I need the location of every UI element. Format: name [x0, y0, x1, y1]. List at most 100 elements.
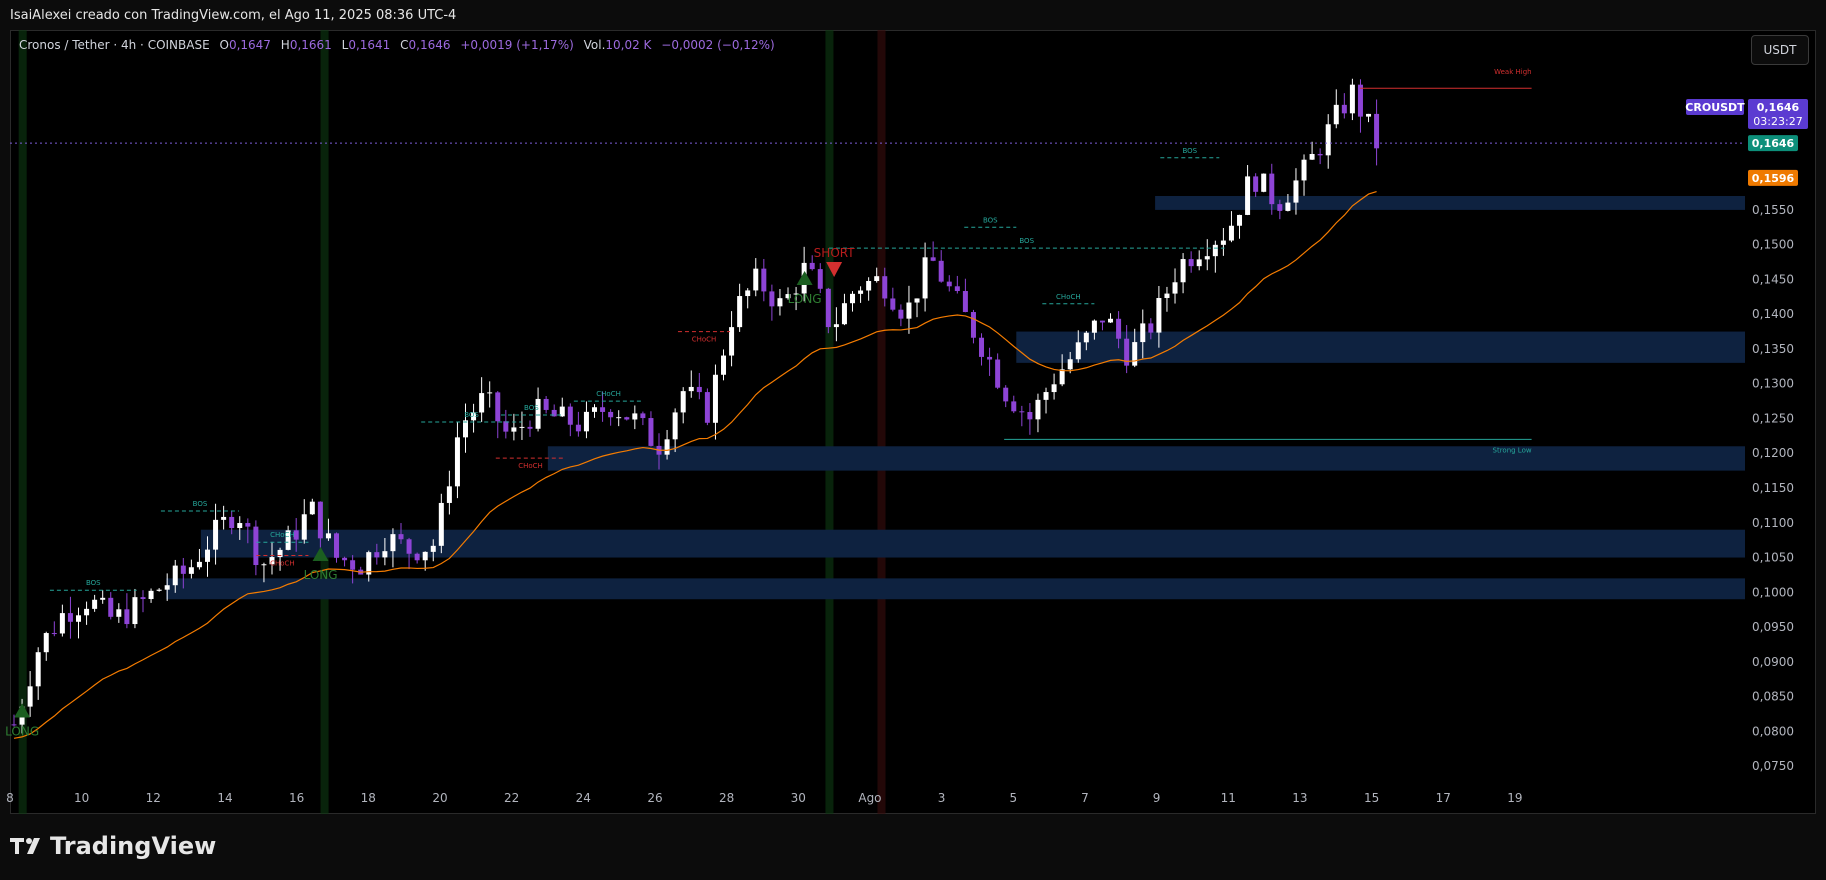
x-tick-label: 10 [74, 791, 89, 805]
legend-high-label: H [280, 38, 290, 52]
candle-body [753, 268, 759, 291]
tradingview-logo-icon [10, 838, 40, 854]
y-tick-label: 0,0850 [1752, 690, 1794, 704]
long-arrow-icon [796, 271, 813, 286]
candle-body [1116, 318, 1122, 339]
short-label: SHORT [814, 246, 856, 260]
candle-body [600, 407, 606, 412]
candle-body [874, 276, 880, 281]
candle-body [382, 551, 388, 558]
candle-body [712, 374, 718, 423]
candle-body [817, 269, 823, 289]
x-tick-label: 16 [289, 791, 304, 805]
candle-body [1172, 282, 1178, 294]
candle-body [979, 337, 985, 357]
candle-body [1083, 332, 1089, 343]
candle-body [43, 633, 49, 653]
candle-body [1261, 173, 1267, 192]
x-tick-label: 7 [1081, 791, 1089, 805]
demand-zone-0 [1155, 196, 1745, 210]
candle-body [446, 486, 452, 503]
x-tick-label: 5 [1009, 791, 1017, 805]
candle-body [164, 585, 170, 590]
candle-body [245, 523, 251, 527]
y-tick-label: 0,1150 [1752, 481, 1794, 495]
candle-body [624, 417, 630, 420]
candle-body [67, 613, 73, 622]
candle-body [108, 597, 114, 617]
candle-body [1091, 320, 1097, 333]
candle-body [511, 427, 517, 432]
candle-body [334, 533, 340, 558]
candle-body [1237, 214, 1243, 226]
y-tick-label: 0,1050 [1752, 551, 1794, 565]
candle-body [1253, 176, 1259, 192]
candle-body [180, 565, 186, 574]
candle-body [35, 652, 41, 687]
candle-body [664, 439, 670, 455]
candle-body [1188, 259, 1194, 267]
legend-change: +0,0019 (+1,17%) [460, 38, 574, 52]
legend-low: 0,1641 [348, 38, 391, 52]
candle-body [922, 257, 928, 299]
candle-body [930, 257, 936, 261]
candle-body [213, 519, 219, 550]
candle-body [132, 597, 138, 625]
x-tick-label: 14 [217, 791, 232, 805]
candle-body [962, 291, 968, 313]
bos-label: BOS [86, 579, 101, 587]
price-chart[interactable]: 0,0750 0,0800 0,0850 0,0900 0,0950 0,1000 0,10… [0, 0, 1826, 880]
candle-body [527, 426, 533, 429]
candle-body [1027, 412, 1033, 420]
signal-band-1 [320, 30, 329, 814]
x-tick-label: 9 [1153, 791, 1161, 805]
y-tick-label: 0,1400 [1752, 307, 1794, 321]
candle-body [479, 393, 485, 413]
x-tick-label: Ago [858, 791, 881, 805]
candle-body [430, 545, 436, 552]
x-tick-label: 28 [719, 791, 734, 805]
currency-button[interactable]: USDT [1751, 35, 1809, 65]
countdown-tag: 03:23:27 [1753, 115, 1802, 128]
candle-body [1366, 113, 1372, 117]
candle-body [495, 392, 501, 422]
candle-body [1003, 387, 1009, 402]
candle-body [648, 418, 654, 446]
brand-footer[interactable]: TradingView [10, 832, 216, 860]
candle-body [696, 386, 702, 393]
candle-body [858, 290, 864, 294]
bos-label: BOS [1182, 147, 1197, 155]
candle-body [196, 561, 202, 568]
candle-body [116, 609, 122, 617]
candle-body [1341, 104, 1347, 114]
last-price-tag: 0,1646 [1757, 101, 1800, 114]
candle-body [1212, 244, 1218, 257]
y-tick-label: 0,1500 [1752, 238, 1794, 252]
x-tick-label: 18 [361, 791, 376, 805]
candle-body [221, 516, 227, 520]
legend-symbol[interactable]: Cronos / Tether · 4h · COINBASE [19, 38, 210, 52]
candle-body [995, 359, 1001, 388]
candle-body [1156, 298, 1162, 333]
legend-open: 0,1647 [228, 38, 271, 52]
demand-zone-4 [166, 578, 1745, 600]
bos-label: BOS [464, 411, 479, 419]
x-tick-label: 22 [504, 791, 519, 805]
y-tick-label: 0,1200 [1752, 446, 1794, 460]
x-tick-label: 19 [1507, 791, 1522, 805]
candle-body [882, 276, 888, 299]
candle-body [59, 613, 65, 634]
candle-body [261, 564, 267, 566]
x-tick-label: 20 [432, 791, 447, 805]
candle-body [841, 303, 847, 325]
y-tick-label: 0,1100 [1752, 516, 1794, 530]
brand-name: TradingView [50, 832, 217, 860]
x-tick-label: 11 [1221, 791, 1236, 805]
x-tick-label: 3 [938, 791, 946, 805]
candle-body [1043, 392, 1049, 400]
candle-body [1204, 256, 1210, 260]
candle-body [253, 526, 259, 566]
candle-body [616, 417, 622, 419]
bid-price-tag: 0,1646 [1752, 137, 1795, 150]
candle-body [704, 392, 710, 423]
